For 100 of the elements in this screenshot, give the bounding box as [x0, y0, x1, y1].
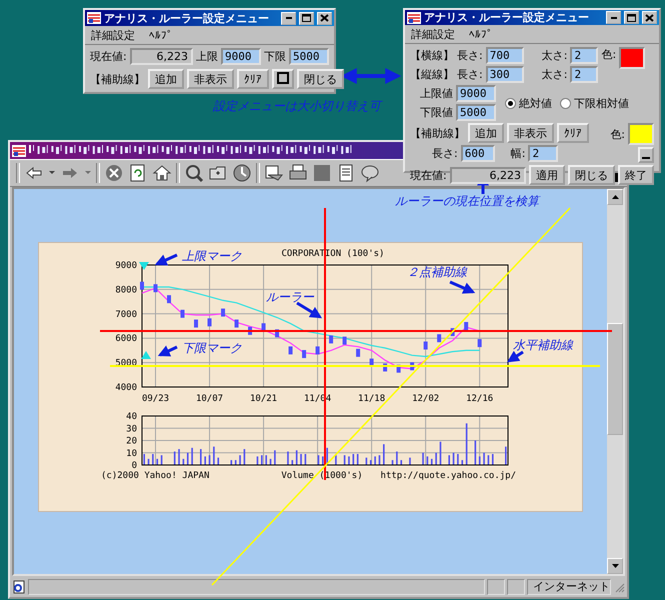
minimize-icon — [286, 17, 292, 19]
scroll-up-button[interactable] — [607, 189, 623, 205]
menu-item[interactable]: ﾍﾙﾌﾟ — [469, 28, 493, 40]
scroll-down-button[interactable] — [607, 558, 623, 574]
close-icon — [644, 12, 655, 22]
axis-label: 4000 — [115, 383, 137, 393]
menu-item[interactable]: ﾍﾙﾌﾟ — [149, 28, 173, 42]
candlestick — [478, 339, 482, 348]
history-icon[interactable] — [232, 163, 252, 183]
axis-label: 10 — [126, 448, 137, 459]
minimize-icon — [642, 157, 650, 159]
close-window-button[interactable]: 閉じる — [297, 69, 344, 89]
page-e-icon — [12, 144, 26, 156]
input-field[interactable]: 5000 — [289, 48, 329, 65]
minimize-icon — [610, 16, 616, 18]
action-button[interactable]: 非表示 — [507, 123, 554, 143]
axis-label: 7000 — [115, 310, 137, 320]
input-field[interactable]: 300 — [486, 66, 524, 83]
axis-label: 30 — [126, 424, 137, 434]
menu-item[interactable]: 詳細設定 — [411, 26, 455, 42]
minimize-button[interactable] — [638, 147, 654, 163]
home-icon[interactable] — [152, 163, 172, 183]
candlestick — [234, 320, 239, 328]
candlestick — [450, 328, 455, 336]
candlestick — [154, 284, 158, 292]
search-icon[interactable] — [184, 163, 204, 183]
status-text: インターネット — [533, 579, 610, 594]
candlestick — [464, 322, 468, 330]
candlestick — [248, 326, 252, 335]
action-button[interactable]: 非表示 — [187, 69, 234, 89]
input-field[interactable]: 9000 — [221, 48, 261, 65]
action-button[interactable]: ｸﾘｱ — [557, 123, 589, 143]
menu-item[interactable]: 詳細設定 — [91, 28, 135, 42]
upper-limit-marker — [139, 262, 149, 270]
mail-icon[interactable] — [264, 163, 284, 183]
lower-limit-marker — [141, 351, 151, 359]
radio-option[interactable]: 絶対値 — [505, 96, 552, 110]
close-button[interactable] — [317, 12, 332, 24]
annotation-text: 設定メニューは大小切り替え可 — [213, 98, 381, 115]
field-label: 上限値 — [420, 86, 453, 101]
stop-icon[interactable] — [104, 163, 124, 183]
field-label: 長さ: — [457, 67, 483, 82]
candlestick — [316, 346, 320, 354]
radio-option[interactable]: 下限相対値 — [560, 96, 629, 110]
maximize-icon — [626, 12, 637, 22]
down-arrow-icon — [612, 564, 618, 568]
axis-label: 10/07 — [196, 394, 224, 404]
field-label: 太さ: — [542, 67, 568, 82]
candlestick — [194, 320, 198, 328]
pointer-arrow — [449, 280, 476, 294]
axis-label: 12/16 — [466, 394, 494, 404]
square-icon — [277, 72, 289, 84]
value-display: 6,223 — [450, 166, 526, 184]
input-field[interactable]: 2 — [570, 66, 598, 83]
close-button[interactable] — [642, 11, 657, 24]
input-field[interactable]: 700 — [486, 47, 524, 64]
action-button[interactable]: 終了 — [618, 165, 654, 185]
input-field[interactable]: 2 — [528, 145, 558, 162]
field-label: 下限値 — [420, 105, 453, 120]
action-button[interactable]: ｸﾘｱ — [237, 69, 269, 89]
candlestick — [342, 336, 347, 345]
field-label: 現在値: — [410, 168, 447, 182]
status-pane — [487, 578, 505, 594]
maximize-button[interactable] — [299, 12, 314, 24]
field-label: 色: — [601, 47, 616, 62]
scroll-thumb[interactable] — [607, 323, 623, 435]
action-button[interactable]: 追加 — [468, 123, 504, 143]
up-arrow-icon — [612, 195, 618, 199]
field-label: 長さ: — [432, 146, 458, 161]
input-field[interactable]: 600 — [460, 145, 495, 162]
candlestick — [288, 346, 293, 354]
field-label: 太さ: — [542, 48, 568, 63]
input-field[interactable]: 5000 — [456, 104, 496, 121]
annotation-text: ２点補助線 — [407, 264, 467, 281]
color-swatch[interactable] — [628, 123, 654, 145]
field-label: 幅: — [510, 146, 526, 161]
input-field[interactable]: 2 — [570, 47, 598, 64]
annotation-text: ルーラー — [266, 289, 314, 306]
input-field[interactable]: 9000 — [456, 85, 496, 102]
candlestick — [208, 318, 212, 326]
window-title: アナリス・ルーラー設定メニュー — [424, 10, 590, 25]
action-button[interactable]: 追加 — [148, 69, 184, 89]
axis-label: 10/21 — [250, 394, 278, 404]
axis-label: 20 — [126, 436, 137, 446]
candlestick — [275, 329, 280, 338]
source-link[interactable]: http://quote.yahoo.co.jp/ — [380, 471, 516, 481]
volume-bar — [492, 454, 494, 465]
action-button[interactable]: 適用 — [529, 165, 565, 185]
action-button[interactable]: 閉じる — [568, 165, 615, 185]
maximize-button[interactable] — [624, 11, 639, 24]
candlestick — [262, 323, 266, 332]
axis-label: 09/23 — [142, 394, 170, 404]
speech-bubble-icon[interactable] — [360, 163, 380, 183]
app-icon — [407, 12, 421, 24]
toggle-size-button[interactable] — [272, 69, 294, 89]
field-label: 現在値: — [90, 49, 127, 64]
candlestick — [221, 308, 226, 317]
resize-grip-icon — [613, 580, 625, 592]
color-swatch[interactable] — [619, 47, 646, 69]
volume-bar — [430, 458, 433, 465]
